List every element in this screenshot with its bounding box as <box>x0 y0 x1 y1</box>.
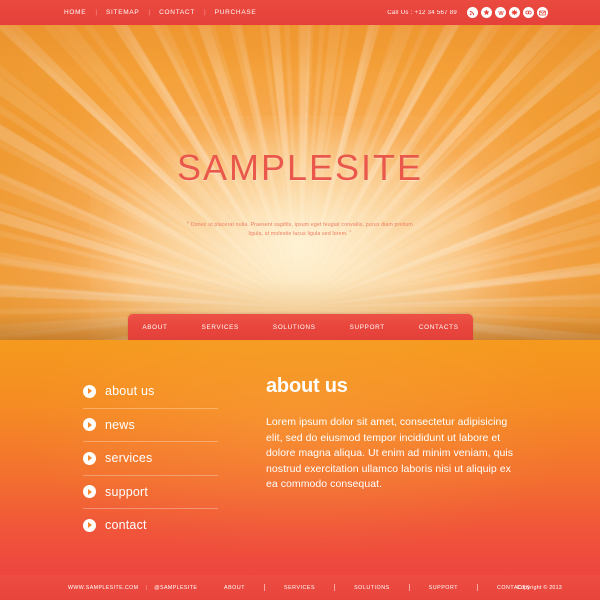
rss-icon[interactable] <box>467 7 478 18</box>
footernav-item-about[interactable]: ABOUT <box>205 585 264 591</box>
hero-tagline-text: Donec ut placerat nulla. Praesent sagitt… <box>190 222 413 237</box>
quote-close-mark: ” <box>349 231 352 237</box>
top-bar-right: Call Us : +12 34 567 89 W <box>387 0 548 25</box>
footer-handle-link[interactable]: @SAMPLESITE <box>154 585 197 591</box>
mainnav-item-contacts[interactable]: CONTACTS <box>402 324 476 331</box>
call-us-text: Call Us : +12 34 567 89 <box>387 9 457 16</box>
topnav-item-purchase[interactable]: PURCHASE <box>206 9 266 16</box>
flickr-icon[interactable] <box>523 7 534 18</box>
top-bar: HOME | SITEMAP | CONTACT | PURCHASE Call… <box>0 0 600 25</box>
top-navigation: HOME | SITEMAP | CONTACT | PURCHASE <box>55 0 265 25</box>
sidebar-item-label: services <box>105 451 153 465</box>
footer-bar: WWW.SAMPLESITE.COM | @SAMPLESITE ABOUT S… <box>0 575 600 600</box>
sidebar-item-label: news <box>105 417 135 432</box>
share-icon[interactable] <box>509 7 520 18</box>
mainnav-item-services[interactable]: SERVICES <box>185 324 256 331</box>
mainnav-item-solutions[interactable]: SOLUTIONS <box>256 324 333 331</box>
footernav-item-support[interactable]: SUPPORT <box>410 585 477 591</box>
sidebar-menu: about us news services support contact <box>83 375 218 542</box>
sidebar-item-label: about us <box>105 384 155 398</box>
article-heading: about us <box>266 375 348 397</box>
copyright-text: Copyright © 2013 <box>516 584 562 591</box>
email-icon[interactable] <box>537 7 548 18</box>
hero-banner: SAMPLESITE “ Donec ut placerat nulla. Pr… <box>0 25 600 340</box>
play-arrow-icon <box>83 451 96 465</box>
footer-brand-links: WWW.SAMPLESITE.COM | @SAMPLESITE <box>68 585 197 591</box>
topnav-item-sitemap[interactable]: SITEMAP <box>97 9 148 16</box>
content-section: about us news services support contact a… <box>0 340 600 575</box>
footer-website-link[interactable]: WWW.SAMPLESITE.COM <box>68 585 138 591</box>
social-icon-list: W <box>467 7 548 18</box>
quote-open-mark: “ <box>187 222 190 228</box>
sidebar-item-label: contact <box>105 518 147 532</box>
topnav-item-contact[interactable]: CONTACT <box>150 9 204 16</box>
mainnav-item-support[interactable]: SUPPORT <box>333 324 402 331</box>
play-arrow-icon <box>83 418 96 432</box>
footernav-item-services[interactable]: SERVICES <box>265 585 334 591</box>
article-body: Lorem ipsum dolor sit amet, consectetur … <box>266 416 514 490</box>
hero-tagline: “ Donec ut placerat nulla. Praesent sagi… <box>184 221 416 239</box>
wordpress-icon[interactable]: W <box>495 7 506 18</box>
sidebar-item-label: support <box>105 484 149 499</box>
main-navigation: ABOUT SERVICES SOLUTIONS SUPPORT CONTACT… <box>128 314 473 340</box>
sidebar-item-about-us[interactable]: about us <box>83 375 218 408</box>
svg-text:W: W <box>498 10 504 16</box>
footer-navigation: ABOUT SERVICES SOLUTIONS SUPPORT CONTACT… <box>205 584 549 591</box>
play-arrow-icon <box>83 485 96 499</box>
footer-separator: | <box>145 584 148 591</box>
play-arrow-icon <box>83 384 96 398</box>
sidebar-item-services[interactable]: services <box>83 441 218 475</box>
play-arrow-icon <box>83 518 96 532</box>
star-icon[interactable] <box>481 7 492 18</box>
topnav-item-home[interactable]: HOME <box>55 9 95 16</box>
article-block: about us Lorem ipsum dolor sit amet, con… <box>266 376 516 493</box>
sidebar-item-news[interactable]: news <box>83 407 218 442</box>
site-title: SAMPLESITE <box>176 147 424 188</box>
mainnav-item-about[interactable]: ABOUT <box>125 324 184 331</box>
sidebar-item-contact[interactable]: contact <box>83 508 218 542</box>
website-template-page: HOME | SITEMAP | CONTACT | PURCHASE Call… <box>0 0 600 600</box>
sidebar-item-support[interactable]: support <box>83 474 218 509</box>
footernav-item-solutions[interactable]: SOLUTIONS <box>335 585 409 591</box>
